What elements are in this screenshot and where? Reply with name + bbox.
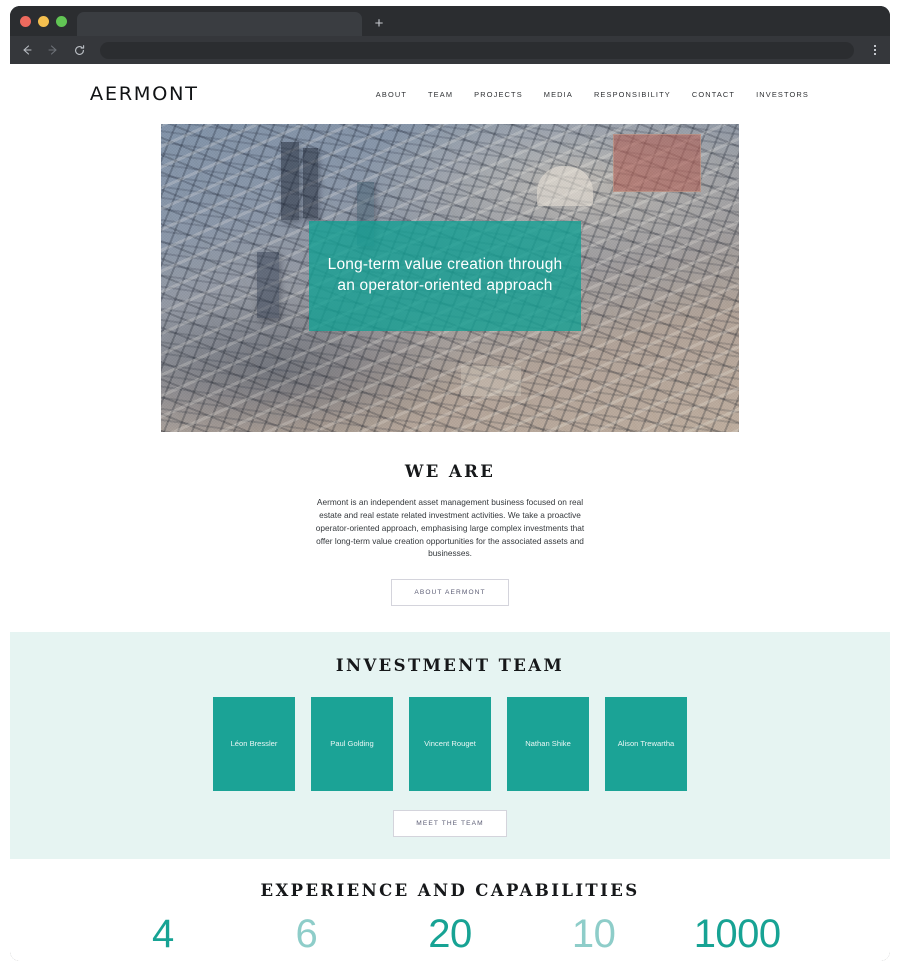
experience-capabilities-section: EXPERIENCE AND CAPABILITIES 4 Pan-Europe… bbox=[10, 859, 890, 961]
stat-item: 20 Over 20 investment professionals bbox=[378, 914, 522, 961]
browser-tabstrip: + bbox=[10, 6, 890, 36]
new-tab-button[interactable]: + bbox=[366, 11, 392, 35]
reload-icon[interactable] bbox=[70, 41, 88, 59]
nav-item-contact[interactable]: CONTACT bbox=[692, 90, 735, 99]
nav-item-investors[interactable]: INVESTORS bbox=[756, 90, 809, 99]
we-are-section: WE ARE Aermont is an independent asset m… bbox=[10, 432, 890, 607]
stat-item: 10 Representing over 10 different nation… bbox=[522, 914, 666, 961]
team-member-name: Paul Golding bbox=[330, 739, 374, 749]
site-logo[interactable]: AERMONT bbox=[90, 83, 199, 105]
window-controls[interactable] bbox=[20, 6, 77, 36]
investment-team-section: INVESTMENT TEAM Léon Bressler Paul Goldi… bbox=[10, 632, 890, 860]
hero-section: Long-term value creation through an oper… bbox=[91, 124, 809, 432]
back-arrow-icon[interactable] bbox=[18, 41, 36, 59]
browser-toolbar bbox=[10, 36, 890, 64]
we-are-body: Aermont is an independent asset manageme… bbox=[315, 497, 585, 559]
team-card[interactable]: Alison Trewartha bbox=[605, 697, 687, 792]
maximize-window-button[interactable] bbox=[56, 15, 67, 27]
stat-value: 4 bbox=[151, 912, 174, 957]
address-bar[interactable] bbox=[100, 41, 854, 59]
team-card[interactable]: Paul Golding bbox=[311, 697, 393, 792]
stat-item: 1000 Over 1000 people employed by associ… bbox=[665, 914, 809, 961]
team-member-name: Léon Bressler bbox=[230, 739, 278, 749]
we-are-title: WE ARE bbox=[404, 462, 496, 481]
browser-window: + AERMONT ABOUT TEAM PROJECTS MEDIA RESP… bbox=[10, 6, 890, 961]
stat-value: 10 bbox=[571, 912, 616, 957]
about-aermont-button[interactable]: ABOUT AERMONT bbox=[391, 579, 509, 607]
investment-team-title: INVESTMENT TEAM bbox=[335, 656, 565, 676]
experience-capabilities-title: EXPERIENCE AND CAPABILITIES bbox=[260, 881, 640, 901]
site-header: AERMONT ABOUT TEAM PROJECTS MEDIA RESPON… bbox=[10, 64, 890, 124]
team-member-name: Alison Trewartha bbox=[617, 739, 675, 749]
nav-item-responsibility[interactable]: RESPONSIBILITY bbox=[594, 90, 671, 99]
team-card-list: Léon Bressler Paul Golding Vincent Rouge… bbox=[91, 697, 809, 792]
team-member-name: Nathan Shike bbox=[525, 739, 571, 749]
browser-tab[interactable] bbox=[77, 12, 362, 36]
team-card[interactable]: Léon Bressler bbox=[213, 697, 295, 792]
team-card[interactable]: Vincent Rouget bbox=[409, 697, 491, 792]
stat-item: 6 With €6 billion of total equity raised bbox=[235, 914, 379, 961]
minimize-window-button[interactable] bbox=[38, 15, 49, 27]
team-card[interactable]: Nathan Shike bbox=[507, 697, 589, 792]
stat-value: 6 bbox=[295, 912, 318, 957]
nav-item-projects[interactable]: PROJECTS bbox=[474, 90, 523, 99]
meet-the-team-button[interactable]: MEET THE TEAM bbox=[393, 810, 507, 838]
team-member-name: Vincent Rouget bbox=[424, 739, 476, 749]
nav-item-about[interactable]: ABOUT bbox=[376, 90, 407, 99]
stat-item: 4 Pan-European investment vehicles bbox=[91, 914, 235, 961]
main-navigation: ABOUT TEAM PROJECTS MEDIA RESPONSIBILITY… bbox=[376, 90, 809, 99]
stat-value: 20 bbox=[428, 912, 472, 957]
hero-banner: Long-term value creation through an oper… bbox=[161, 124, 739, 432]
kebab-menu-icon[interactable] bbox=[868, 41, 882, 59]
forward-arrow-icon[interactable] bbox=[44, 41, 62, 59]
nav-item-team[interactable]: TEAM bbox=[428, 90, 453, 99]
page-viewport: AERMONT ABOUT TEAM PROJECTS MEDIA RESPON… bbox=[10, 64, 890, 961]
hero-headline-overlay: Long-term value creation through an oper… bbox=[309, 221, 581, 331]
close-window-button[interactable] bbox=[20, 15, 31, 27]
stats-row: 4 Pan-European investment vehicles 6 Wit… bbox=[91, 914, 809, 961]
stat-value: 1000 bbox=[693, 912, 781, 957]
hero-headline: Long-term value creation through an oper… bbox=[327, 256, 563, 294]
nav-item-media[interactable]: MEDIA bbox=[544, 90, 573, 99]
